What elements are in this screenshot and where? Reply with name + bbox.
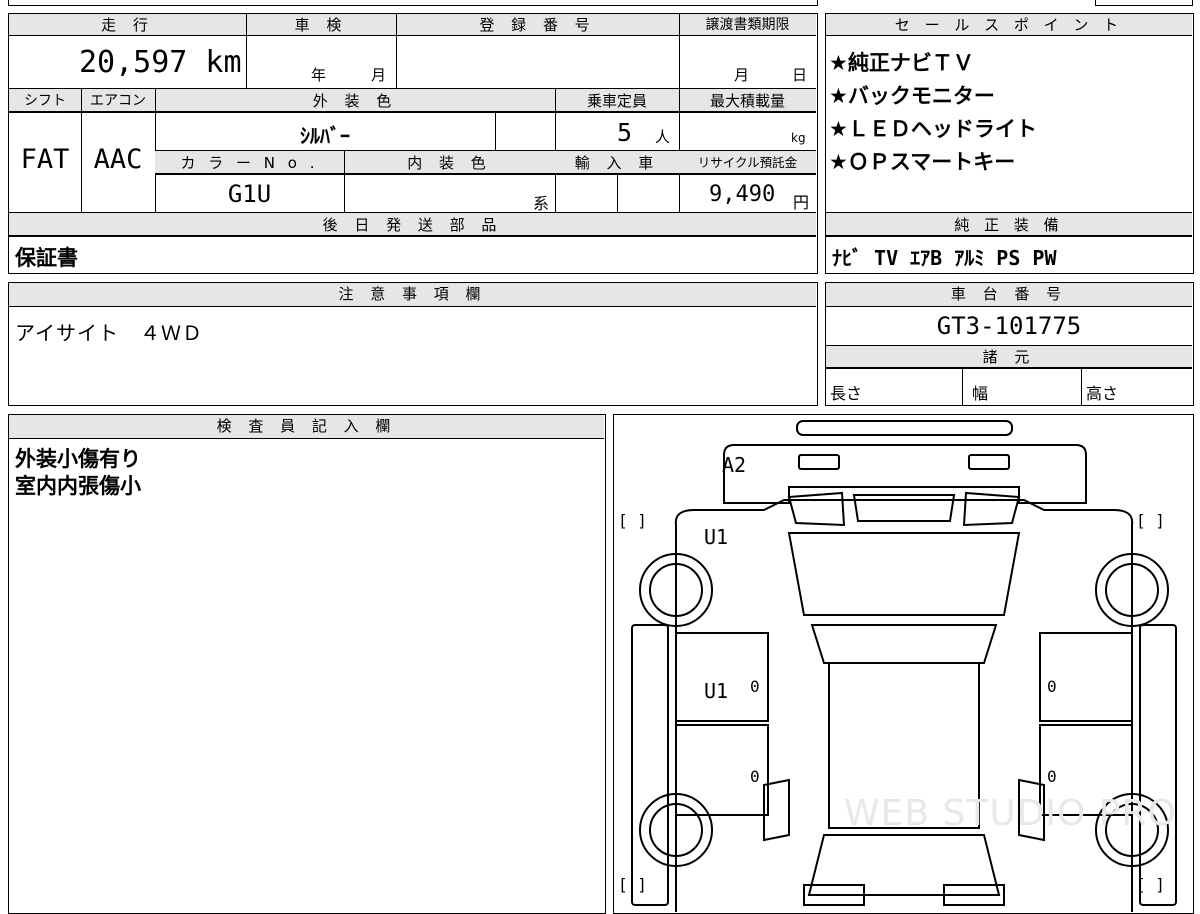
label-color-no: カ ラ ー N o . <box>180 154 319 172</box>
label-aircon: エアコン <box>90 93 146 109</box>
zero-right-front: 0 <box>1047 677 1057 696</box>
equipment-header: 純 正 装 備 <box>954 216 1064 234</box>
chassis-box: 車 台 番 号 GT3-101775 諸 元 長さ 幅 高さ <box>825 282 1194 406</box>
inspector-box: 検 査 員 記 入 欄 外装小傷有り 室内内張傷小 <box>8 414 606 914</box>
inspection-year: 年 <box>311 66 327 84</box>
aircon-value: AAC <box>93 144 143 175</box>
sales-point-1: ★純正ナビＴＶ <box>829 51 974 75</box>
front-bumper-slot <box>796 420 1013 436</box>
vehicle-info-table: 走 行 車 検 登 録 番 号 譲渡書類期限 20,597 km 年 月 月 日… <box>8 13 818 274</box>
label-shift: シフト <box>24 93 66 109</box>
label-mileage: 走 行 <box>101 16 154 34</box>
chassis-value: GT3-101775 <box>936 312 1082 340</box>
mark-u1-top: U1 <box>704 525 729 549</box>
bracket-top-left: [ ] <box>618 511 647 530</box>
label-recycle: リサイクル預託金 <box>697 155 798 170</box>
label-transfer-deadline: 譲渡書類期限 <box>705 17 790 33</box>
label-interior-color: 内 装 色 <box>407 154 492 172</box>
windshield <box>787 532 1021 616</box>
car-diagram-box: A2 U1 U1 0 0 0 0 [ ] [ ] [ ] [ ] WEB STU… <box>613 414 1194 914</box>
spec-width-label: 幅 <box>972 384 989 403</box>
label-parts: 後 日 発 送 部 品 <box>322 216 503 234</box>
headlight-left <box>798 454 840 470</box>
sales-header: セ ー ル ス ポ イ ン ト <box>894 16 1124 34</box>
mark-u1-side: U1 <box>704 679 729 703</box>
label-capacity: 乗車定員 <box>586 92 647 110</box>
shift-value: FAT <box>20 144 70 175</box>
transfer-month: 月 <box>734 66 750 84</box>
color-no-value: G1U <box>227 180 272 208</box>
label-registration: 登 録 番 号 <box>479 16 596 34</box>
roof-front <box>810 624 998 664</box>
body-outline <box>674 499 1134 912</box>
notes-value: アイサイト ４ＷＤ <box>15 321 203 345</box>
spec-length-label: 長さ <box>830 384 863 403</box>
zero-left-rear: 0 <box>750 767 760 786</box>
zero-right-rear: 0 <box>1047 767 1057 786</box>
spec-height-label: 高さ <box>1086 384 1119 403</box>
sales-point-box: セ ー ル ス ポ イ ン ト ★純正ナビＴＶ ★バックモニター ★ＬＥＤヘッド… <box>825 13 1194 274</box>
bracket-bottom-right: [ ] <box>1136 875 1165 894</box>
max-load-unit: kg <box>791 131 806 145</box>
zero-left-front: 0 <box>750 677 760 696</box>
recycle-unit: 円 <box>793 193 810 212</box>
interior-suffix: 系 <box>533 194 550 213</box>
top-strip <box>8 0 818 6</box>
headlight-right <box>968 454 1010 470</box>
sales-point-3: ★ＬＥＤヘッドライト <box>829 117 1037 141</box>
inspection-month: 月 <box>371 66 387 84</box>
sales-point-4: ★ＯＰスマートキー <box>829 150 1016 174</box>
top-strip-right <box>1095 0 1193 6</box>
fog-left <box>787 491 846 527</box>
mark-a2: A2 <box>722 453 747 477</box>
capacity-unit: 人 <box>655 128 671 146</box>
sales-point-2: ★バックモニター <box>829 84 995 108</box>
bracket-top-right: [ ] <box>1136 511 1165 530</box>
inspector-line-1: 外装小傷有り <box>15 447 141 471</box>
fog-right <box>962 491 1021 527</box>
transfer-day: 日 <box>792 66 808 84</box>
inspector-line-2: 室内内張傷小 <box>15 474 141 498</box>
chassis-header: 車 台 番 号 <box>950 285 1068 303</box>
capacity-value: 5 <box>617 118 633 147</box>
bracket-bottom-left: [ ] <box>618 875 647 894</box>
label-max-load: 最大積載量 <box>709 92 785 110</box>
label-inspection: 車 検 <box>294 16 348 34</box>
equipment-value: ﾅﾋﾞ TV ｴｱB ｱﾙﾐ PS PW <box>832 246 1057 270</box>
specs-header: 諸 元 <box>982 348 1036 366</box>
label-import: 輸 入 車 <box>574 154 660 172</box>
inspector-header: 検 査 員 記 入 欄 <box>216 417 397 435</box>
mileage-value: 20,597 km <box>79 45 242 80</box>
car-diagram <box>631 420 1177 912</box>
grille <box>852 494 956 522</box>
label-exterior-color: 外 装 色 <box>312 92 398 110</box>
notes-box: 注 意 事 項 欄 アイサイト ４ＷＤ <box>8 282 818 406</box>
exterior-color-value: ｼﾙﾊﾞｰ <box>300 124 350 148</box>
parts-value: 保証書 <box>15 246 78 270</box>
watermark: WEB STUDIO PRO <box>844 793 1177 834</box>
recycle-amount: 9,490 <box>709 182 776 207</box>
notes-header: 注 意 事 項 欄 <box>338 285 487 303</box>
